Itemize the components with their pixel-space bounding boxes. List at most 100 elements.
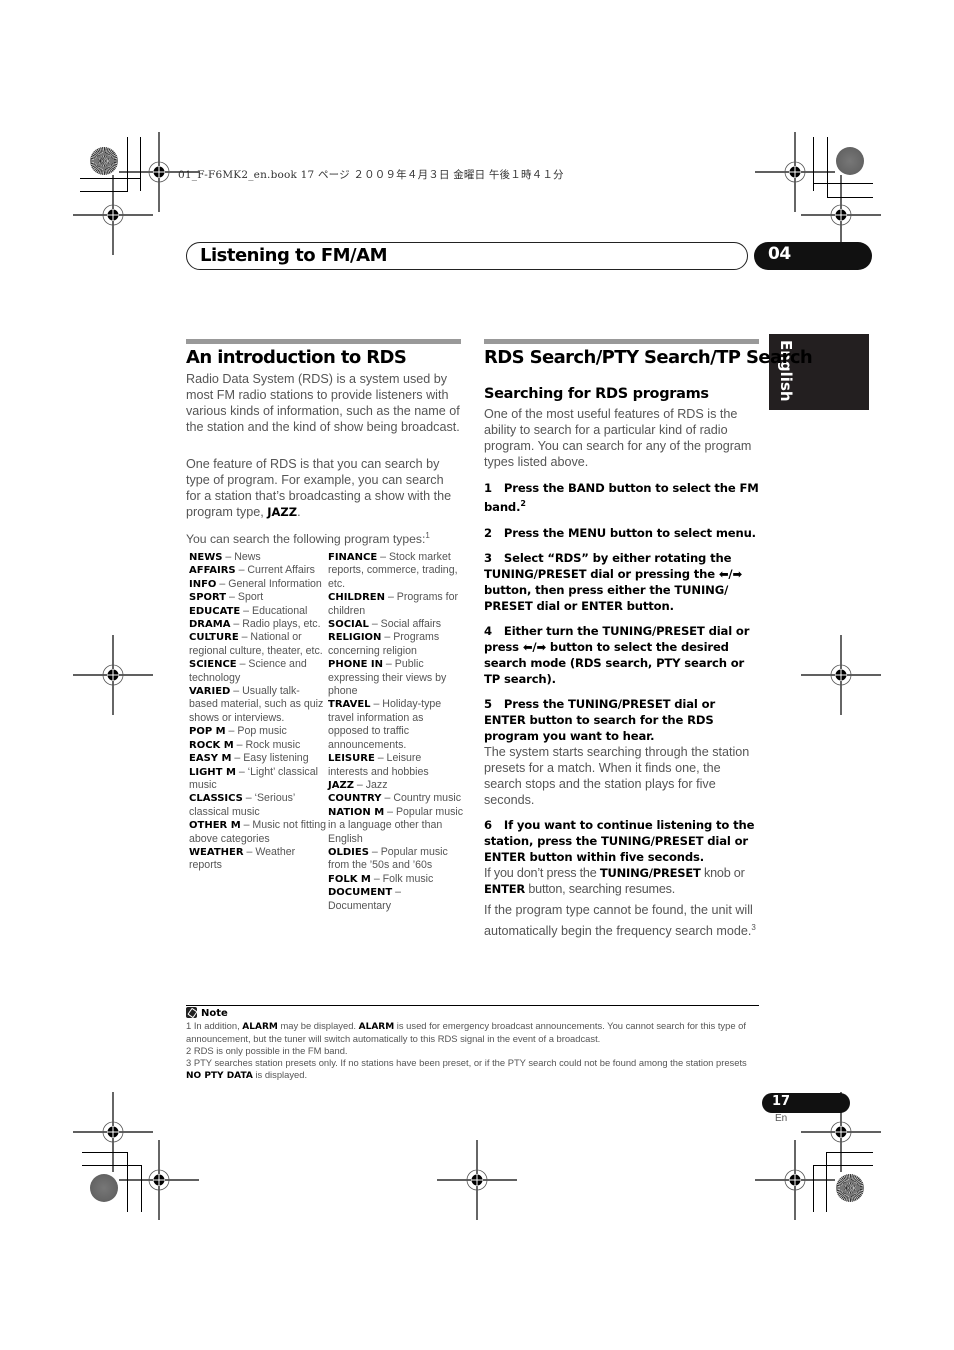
feature-text: One feature of RDS is that you can searc…: [186, 457, 452, 519]
program-type-item: POP M – Pop music: [189, 725, 327, 738]
feature-paragraph: One feature of RDS is that you can searc…: [186, 456, 461, 520]
program-type-item: LEISURE – Leisure interests and hobbies: [328, 752, 464, 779]
step-6-description: If you don’t press the TUNING/PRESET kno…: [484, 865, 762, 897]
step-number: 4: [484, 624, 492, 638]
footnote-2: 2 RDS is only possible in the FM band.: [186, 1045, 348, 1056]
program-types-list-1: NEWS – News AFFAIRS – Current Affairs INFO…: [189, 551, 327, 873]
intro-text: Radio Data System (RDS) is a system used…: [186, 372, 460, 434]
alarm-label: ALARM: [358, 1022, 395, 1032]
program-types-intro-text: You can search the following program typ…: [186, 532, 426, 547]
program-types-list-2: FINANCE – Stock market reports, commerce…: [328, 551, 464, 913]
program-type-code: NEWS: [189, 552, 223, 563]
program-type-item: DOCUMENT – Documentary: [328, 886, 464, 913]
step-text: Either turn the TUNING/PRESET dial or pr…: [484, 624, 750, 686]
intro-paragraph: Radio Data System (RDS) is a system used…: [186, 371, 461, 435]
program-type-item: SOCIAL – Social affairs: [328, 618, 464, 631]
program-type-item: CHILDREN – Programs for children: [328, 591, 464, 618]
step-number: 2: [484, 526, 492, 540]
step-number: 3: [484, 551, 492, 565]
program-type-code: ROCK M: [189, 739, 234, 751]
step-2: 2 Press the MENU button to select menu.: [484, 525, 759, 541]
program-type-description: – Sport: [226, 591, 264, 604]
program-type-code: NATION M: [328, 806, 385, 818]
step-6-text: button, searching resumes.: [525, 882, 676, 896]
program-type-code: FINANCE: [328, 552, 378, 563]
step-6: 6 If you want to continue listening to th…: [484, 817, 759, 865]
program-type-code: SCIENCE: [189, 659, 237, 671]
rds-search-heading: RDS Search/PTY Search/TP Search: [484, 347, 813, 368]
program-type-item: OTHER M – Music not fitting above catego…: [189, 819, 327, 846]
pencil-note-icon: [186, 1007, 197, 1018]
program-type-description: – Country music: [381, 792, 462, 805]
program-type-code: CLASSICS: [189, 793, 243, 805]
intro-heading: An introduction to RDS: [186, 347, 407, 368]
footnote-ref: 3: [751, 923, 756, 932]
registration-mark-icon: [72, 1091, 154, 1173]
chapter-title: Listening to FM/AM: [200, 245, 387, 266]
program-type-description: – Easy listening: [231, 752, 309, 765]
tuning-preset-label: TUNING/PRESET: [599, 866, 701, 880]
print-header: 01_F-F6MK2_en.book 17 ページ ２００９年４月３日 金曜日 …: [178, 169, 564, 181]
program-type-code: PHONE IN: [328, 659, 383, 671]
program-type-description: – Folk music: [370, 872, 434, 885]
footnote-ref: 1: [425, 531, 430, 540]
step-3: 3 Select “RDS” by either rotating the TUN…: [484, 550, 759, 614]
alarm-label: ALARM: [242, 1022, 278, 1032]
program-type-description: – Current Affairs: [235, 564, 315, 577]
program-type-code: OLDIES: [328, 846, 369, 858]
step-text: Press the MENU button to select menu.: [503, 526, 756, 540]
program-type-item: EASY M – Easy listening: [189, 752, 327, 765]
registration-mark-icon: [436, 1139, 518, 1221]
program-type-description: – Educational: [240, 604, 308, 617]
step-6-text: If you don’t press the: [484, 866, 600, 880]
enter-label: ENTER: [484, 882, 526, 896]
program-type-item: OLDIES – Popular music from the ’50s and…: [328, 846, 464, 873]
program-type-item: AFFAIRS – Current Affairs: [189, 564, 327, 577]
program-type-item: TRAVEL – Holiday-type travel information…: [328, 698, 464, 752]
program-type-code: DRAMA: [189, 619, 231, 631]
program-type-code: CHILDREN: [328, 592, 386, 604]
program-type-code: SPORT: [189, 592, 227, 604]
program-type-item: VARIED – Usually talk-based material, su…: [189, 685, 327, 725]
program-type-code: VARIED: [189, 686, 231, 698]
note-heading-label: Note: [201, 1008, 228, 1019]
search-intro: One of the most useful features of RDS i…: [484, 407, 752, 469]
program-type-description: – General Information: [216, 577, 322, 590]
program-type-item: RELIGION – Programs concerning religion: [328, 631, 464, 658]
chapter-number: 04: [754, 242, 872, 270]
step-5: 5 Press the TUNING/PRESET dial or ENTER b…: [484, 696, 759, 744]
footnote-text: is displayed.: [252, 1069, 308, 1080]
program-type-item: CLASSICS – ‘Serious’ classical music: [189, 792, 327, 819]
program-type-code: LEISURE: [328, 753, 375, 765]
registration-mark-icon: [754, 1139, 836, 1221]
program-type-item: PHONE IN – Public expressing their views…: [328, 658, 464, 698]
program-type-code: DOCUMENT: [328, 887, 393, 899]
program-type-description: – Radio plays, etc.: [230, 618, 321, 631]
jazz-label: JAZZ: [267, 505, 298, 519]
step-text: Press the TUNING/PRESET dial or ENTER bu…: [484, 697, 716, 743]
program-type-description: – Jazz: [353, 778, 388, 791]
step-1: 1 Press the BAND button to select the FM …: [484, 480, 759, 515]
fallback-paragraph: If the program type cannot be found, the…: [484, 902, 759, 940]
program-type-item: LIGHT M – ‘Light’ classical music: [189, 766, 327, 793]
program-type-code: LIGHT M: [189, 766, 236, 778]
program-type-item: FINANCE – Stock market reports, commerce…: [328, 551, 464, 591]
step-text: Press the BAND button to select the FM b…: [484, 481, 759, 514]
program-type-item: JAZZ – Jazz: [328, 779, 464, 792]
program-types-intro: You can search the following program typ…: [186, 528, 471, 547]
program-type-code: FOLK M: [328, 873, 371, 885]
program-type-code: SOCIAL: [328, 619, 369, 631]
program-type-item: SCIENCE – Science and technology: [189, 658, 327, 685]
page-number: 17: [762, 1093, 850, 1113]
program-type-item: INFO – General Information: [189, 578, 327, 591]
note-heading: Note: [186, 1007, 228, 1019]
program-type-item: COUNTRY – Country music: [328, 792, 464, 805]
program-type-code: POP M: [189, 726, 226, 738]
footnote-3: 3 PTY searches station presets only. If …: [186, 1057, 761, 1082]
program-type-description: – Pop music: [225, 725, 287, 738]
program-type-code: EDUCATE: [189, 605, 241, 617]
program-type-item: EDUCATE – Educational: [189, 605, 327, 618]
program-type-code: INFO: [189, 578, 217, 590]
program-type-description: – Rock music: [233, 738, 301, 751]
footnote-text: 3 PTY searches station presets only. If …: [186, 1057, 747, 1068]
